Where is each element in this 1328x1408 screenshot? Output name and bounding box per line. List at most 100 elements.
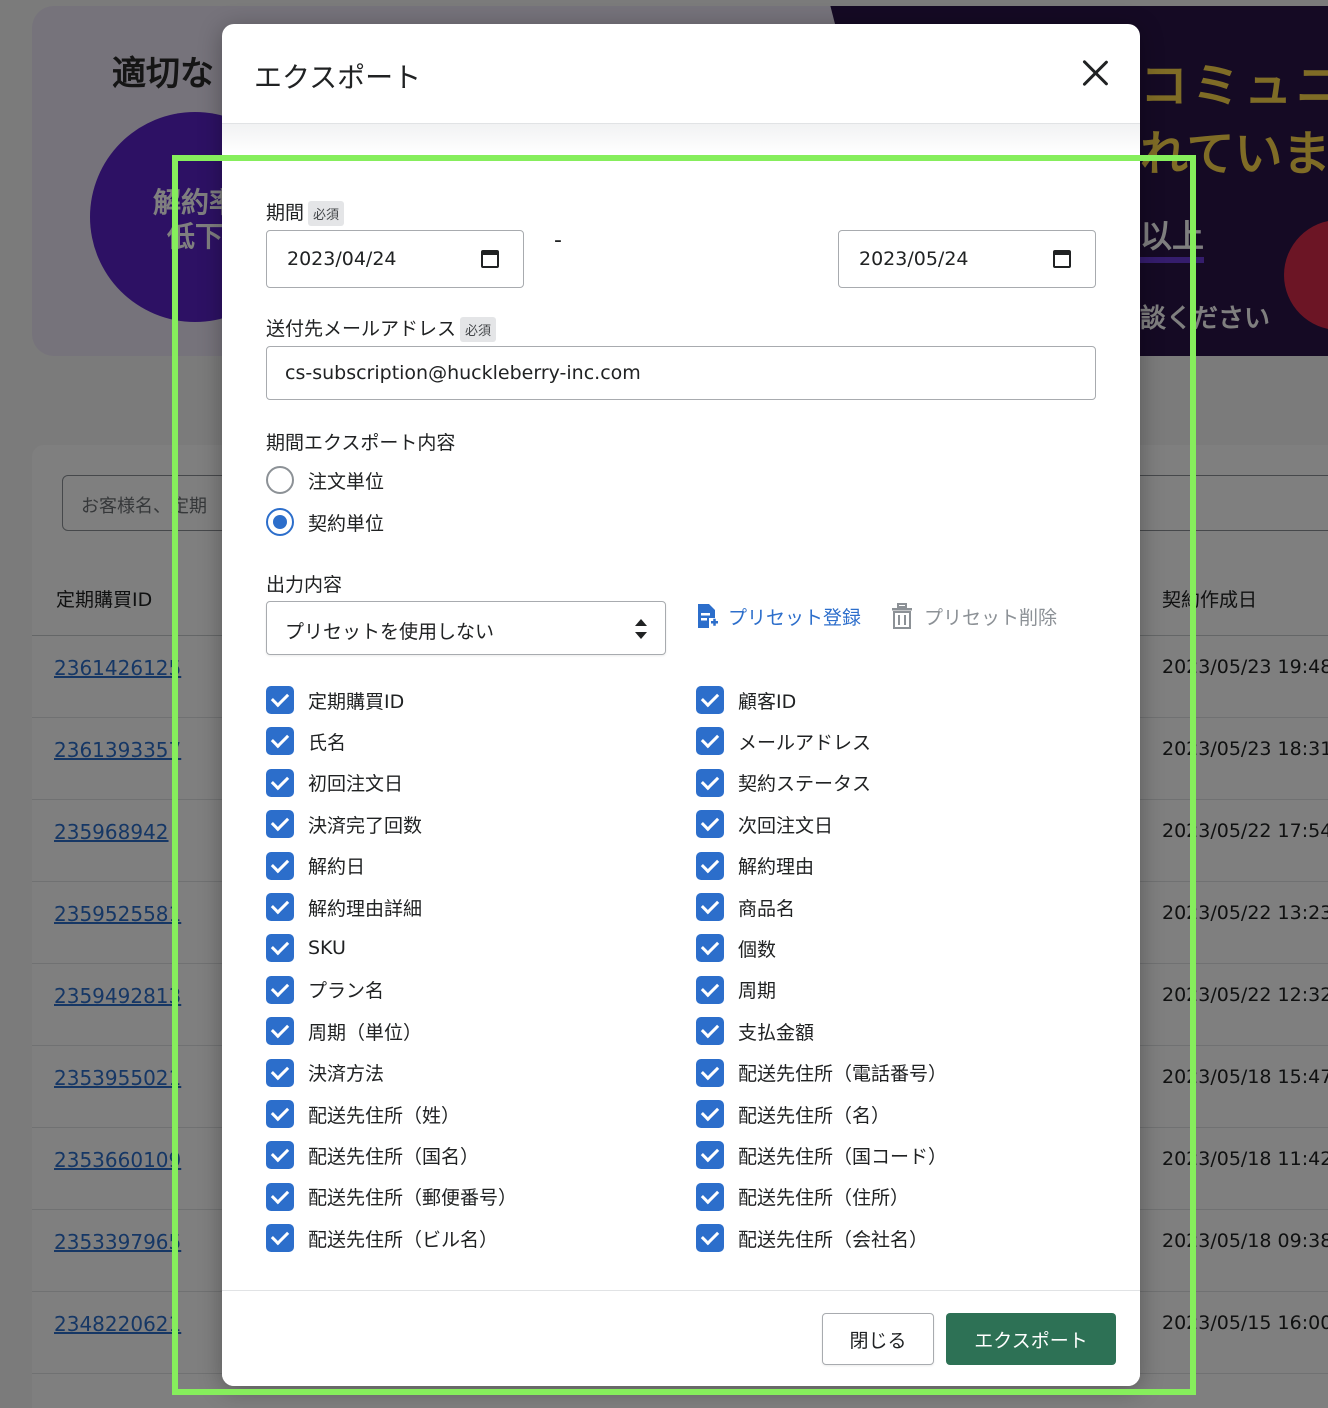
checkbox-checked[interactable] <box>266 934 294 963</box>
radio-button[interactable] <box>266 466 294 494</box>
close-button[interactable]: 閉じる <box>822 1313 934 1365</box>
field-checkbox-label: 配送先住所（電話番号） <box>738 1063 948 1086</box>
export-scope-label: 期間エクスポート内容 <box>266 432 456 454</box>
field-checkbox-label: メールアドレス <box>738 731 872 754</box>
field-checkbox-row[interactable]: 配送先住所（国コード） <box>696 1141 947 1170</box>
checkbox-checked[interactable] <box>266 1017 294 1046</box>
field-checkbox-row[interactable]: SKU <box>266 934 346 963</box>
checkbox-checked[interactable] <box>696 893 724 921</box>
field-checkbox-row[interactable]: 周期 <box>696 975 776 1004</box>
preset-select[interactable]: プリセットを使用しない <box>266 601 666 655</box>
field-checkbox-label: 解約理由 <box>738 856 815 879</box>
field-checkbox-row[interactable]: 配送先住所（名） <box>696 1100 890 1128</box>
field-checkbox-row[interactable]: 氏名 <box>266 727 347 756</box>
checkbox-checked[interactable] <box>696 1224 724 1253</box>
field-checkbox-row[interactable]: 配送先住所（会社名） <box>696 1224 928 1253</box>
field-checkbox-row[interactable]: 商品名 <box>696 893 795 921</box>
email-field[interactable]: cs-subscription@huckleberry-inc.com <box>266 346 1096 400</box>
field-checkbox-row[interactable]: メールアドレス <box>696 727 872 756</box>
preset-register-label: プリセット登録 <box>728 606 862 629</box>
required-badge: 必須 <box>460 317 497 342</box>
field-checkbox-row[interactable]: 配送先住所（ビル名） <box>266 1224 498 1253</box>
field-checkbox-label: 配送先住所（住所） <box>738 1187 910 1210</box>
export-modal: エクスポート 期間 必須 2023/04/24 - 2023/05/24 送付先メ… <box>222 24 1140 1386</box>
checkbox-checked[interactable] <box>696 1182 724 1211</box>
field-checkbox-row[interactable]: 契約ステータス <box>696 768 872 797</box>
field-checkbox-row[interactable]: 解約理由 <box>696 851 815 880</box>
field-checkbox-row[interactable]: 顧客ID <box>696 686 796 714</box>
calendar-icon[interactable] <box>481 250 499 268</box>
field-checkbox-row[interactable]: 配送先住所（郵便番号） <box>266 1182 517 1211</box>
field-checkbox-row[interactable]: 支払金額 <box>696 1017 814 1046</box>
field-checkbox-label: 次回注文日 <box>738 814 834 837</box>
radio-order-unit[interactable]: 注文単位 <box>266 466 384 494</box>
field-checkbox-row[interactable]: プラン名 <box>266 975 385 1004</box>
field-checkbox-row[interactable]: 周期（単位） <box>266 1017 423 1046</box>
start-date-input[interactable]: 2023/04/24 <box>266 230 524 288</box>
field-checkbox-label: 定期購買ID <box>308 690 405 713</box>
field-checkbox-label: 契約ステータス <box>738 773 872 796</box>
field-checkbox-row[interactable]: 配送先住所（国名） <box>266 1141 479 1170</box>
checkbox-checked[interactable] <box>696 975 724 1004</box>
field-checkbox-label: 初回注文日 <box>308 773 404 796</box>
output-label: 出力内容 <box>266 574 343 596</box>
checkbox-checked[interactable] <box>696 1058 724 1087</box>
field-checkbox-row[interactable]: 配送先住所（住所） <box>696 1182 910 1211</box>
field-checkbox-label: 周期（単位） <box>308 1021 423 1044</box>
checkbox-checked[interactable] <box>266 1182 294 1211</box>
preset-select-value: プリセットを使用しない <box>285 621 495 643</box>
checkbox-checked[interactable] <box>696 686 724 714</box>
preset-register-button[interactable]: プリセット登録 <box>696 602 861 630</box>
field-checkbox-label: 解約理由詳細 <box>308 897 423 920</box>
checkbox-checked[interactable] <box>266 1100 294 1128</box>
field-checkbox-row[interactable]: 配送先住所（電話番号） <box>696 1058 948 1087</box>
field-checkbox-row[interactable]: 個数 <box>696 934 776 963</box>
checkbox-checked[interactable] <box>696 934 724 963</box>
checkbox-checked[interactable] <box>696 727 724 756</box>
radio-button-selected[interactable] <box>266 508 294 536</box>
field-checkbox-row[interactable]: 解約日 <box>266 851 365 880</box>
field-checkbox-row[interactable]: 配送先住所（姓） <box>266 1100 460 1128</box>
period-label: 期間 必須 <box>266 198 345 226</box>
field-checkbox-label: 氏名 <box>308 731 347 754</box>
select-arrows-icon <box>635 617 647 641</box>
checkbox-checked[interactable] <box>696 1141 724 1170</box>
preset-delete-label: プリセット削除 <box>924 606 1058 629</box>
close-icon[interactable] <box>1080 58 1110 88</box>
checkbox-checked[interactable] <box>696 810 724 839</box>
date-separator: - <box>554 228 562 253</box>
checkbox-checked[interactable] <box>696 768 724 797</box>
checkbox-checked[interactable] <box>696 1017 724 1046</box>
checkbox-checked[interactable] <box>266 893 294 921</box>
calendar-icon[interactable] <box>1053 250 1071 268</box>
field-checkbox-label: プラン名 <box>308 980 385 1003</box>
checkbox-checked[interactable] <box>696 1100 724 1128</box>
period-label-text: 期間 <box>266 202 305 224</box>
checkbox-checked[interactable] <box>266 975 294 1004</box>
checkbox-checked[interactable] <box>266 851 294 880</box>
field-checkbox-row[interactable]: 解約理由詳細 <box>266 893 422 921</box>
email-label: 送付先メールアドレス 必須 <box>266 314 497 342</box>
end-date-value: 2023/05/24 <box>859 248 969 270</box>
field-checkbox-row[interactable]: 初回注文日 <box>266 768 404 797</box>
end-date-input[interactable]: 2023/05/24 <box>838 230 1096 288</box>
checkbox-checked[interactable] <box>266 1224 294 1253</box>
field-checkbox-row[interactable]: 決済方法 <box>266 1058 384 1087</box>
document-add-icon <box>698 604 718 628</box>
checkbox-checked[interactable] <box>266 727 294 756</box>
field-checkbox-label: 商品名 <box>738 897 796 920</box>
checkbox-checked[interactable] <box>266 1141 294 1170</box>
preset-delete-button[interactable]: プリセット削除 <box>890 602 1057 630</box>
modal-header: エクスポート <box>222 24 1140 124</box>
radio-contract-unit[interactable]: 契約単位 <box>266 508 384 536</box>
field-checkbox-row[interactable]: 決済完了回数 <box>266 810 422 839</box>
modal-footer: 閉じる エクスポート <box>222 1290 1140 1386</box>
checkbox-checked[interactable] <box>696 851 724 880</box>
export-button[interactable]: エクスポート <box>946 1313 1116 1365</box>
checkbox-checked[interactable] <box>266 686 294 714</box>
field-checkbox-row[interactable]: 次回注文日 <box>696 810 834 839</box>
checkbox-checked[interactable] <box>266 1058 294 1087</box>
checkbox-checked[interactable] <box>266 810 294 839</box>
field-checkbox-row[interactable]: 定期購買ID <box>266 686 404 714</box>
checkbox-checked[interactable] <box>266 768 294 797</box>
